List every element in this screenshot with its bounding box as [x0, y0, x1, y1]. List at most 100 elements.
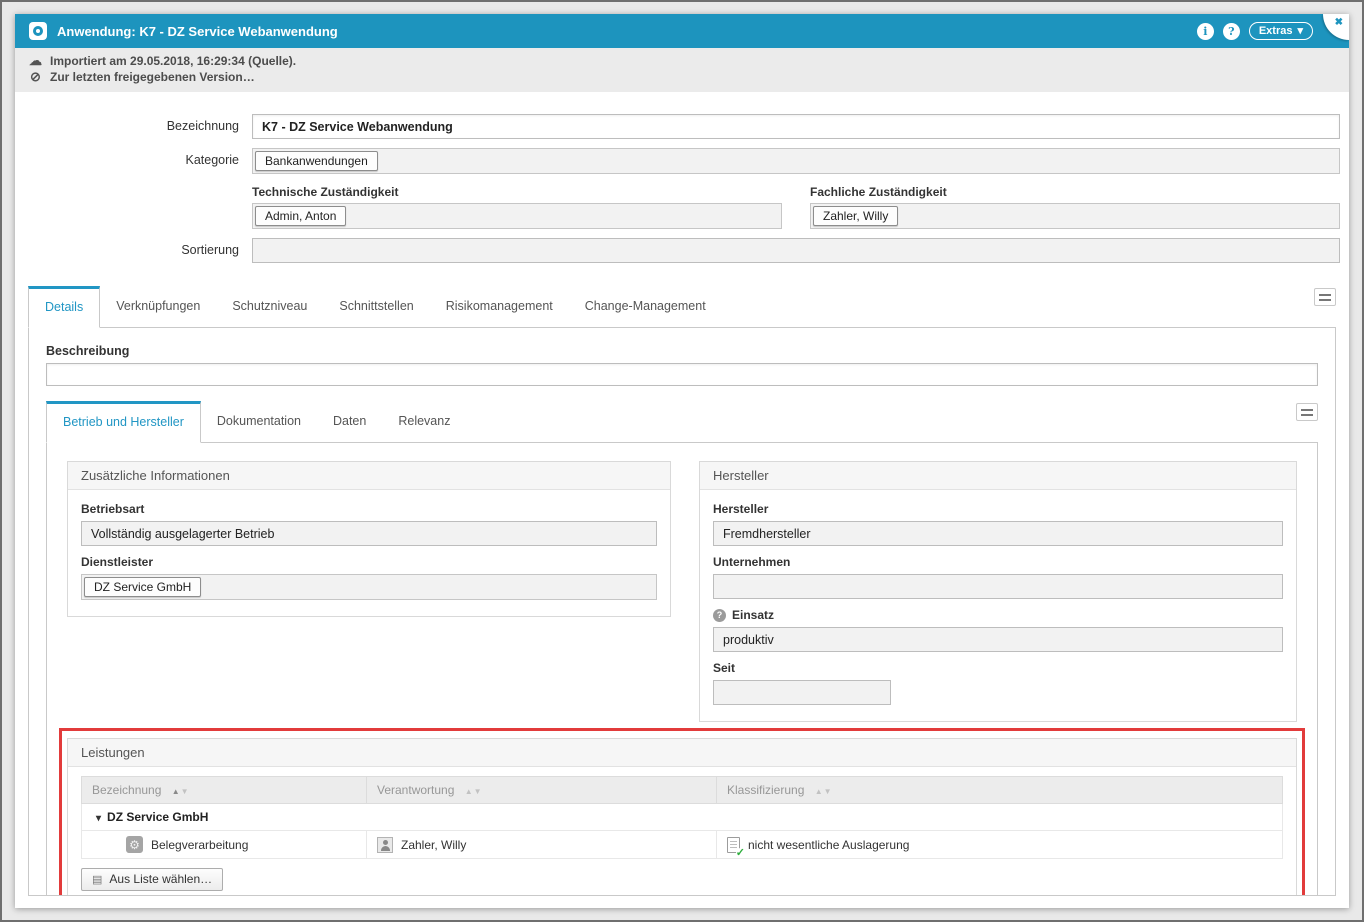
person-icon — [377, 837, 393, 853]
zusaetzliche-informationen-panel: Zusätzliche Informationen Betriebsart Vo… — [67, 461, 671, 617]
sort-control[interactable]: ▲▼ — [172, 783, 190, 797]
einsatz-value: produktiv — [723, 633, 774, 647]
form-area: Bezeichnung K7 - DZ Service Webanwendung… — [15, 92, 1349, 286]
tab-schutzniveau[interactable]: Schutzniveau — [216, 286, 323, 327]
caret-down-icon: ▾ — [1297, 24, 1303, 37]
check-icon: ✓ — [736, 848, 745, 858]
question-circle-icon[interactable]: ? — [713, 609, 726, 622]
main-content: Details Verknüpfungen Schutzniveau Schni… — [28, 286, 1336, 896]
subtab-betrieb-und-hersteller[interactable]: Betrieb und Hersteller — [46, 401, 201, 443]
details-tab-content: Beschreibung Betrieb und Hersteller Doku… — [28, 328, 1336, 896]
fachliche-zustaendigkeit-chip[interactable]: Zahler, Willy — [813, 206, 898, 226]
sort-control[interactable]: ▲▼ — [815, 783, 833, 797]
gear-icon: ⚙ — [126, 836, 143, 853]
panels-row: Zusätzliche Informationen Betriebsart Vo… — [67, 461, 1297, 722]
technische-zustaendigkeit-label: Technische Zuständigkeit — [252, 185, 782, 199]
titlebar-actions: i ? Extras ▾ — [1197, 22, 1337, 40]
sort-desc-icon: ▼ — [181, 787, 190, 796]
subtab-daten[interactable]: Daten — [317, 401, 382, 442]
hersteller-label: Hersteller — [713, 502, 1283, 516]
unternehmen-label: Unternehmen — [713, 555, 1283, 569]
tab-details[interactable]: Details — [28, 286, 100, 328]
main-tab-bar: Details Verknüpfungen Schutzniveau Schni… — [28, 286, 1336, 328]
aus-liste-waehlen-button[interactable]: ▤ Aus Liste wählen… — [81, 868, 223, 891]
dienstleister-label: Dienstleister — [81, 555, 657, 569]
import-text[interactable]: Importiert am 29.05.2018, 16:29:34 (Quel… — [50, 53, 296, 69]
help-icon[interactable]: ? — [1223, 23, 1240, 40]
app-window: ✖ Anwendung: K7 - DZ Service Webanwendun… — [15, 14, 1349, 908]
hersteller-panel: Hersteller Hersteller Fremdhersteller Un… — [699, 461, 1297, 722]
unternehmen-input[interactable] — [713, 574, 1283, 599]
bezeichnung-value: K7 - DZ Service Webanwendung — [262, 120, 453, 134]
sort-asc-icon: ▲ — [815, 787, 824, 796]
beschreibung-input[interactable] — [46, 363, 1318, 386]
table-row[interactable]: ⚙ Belegverarbeitung — [82, 831, 1283, 859]
subtab-dokumentation[interactable]: Dokumentation — [201, 401, 317, 442]
sub-layout-toggle-icon[interactable] — [1296, 403, 1318, 421]
column-header-verantwortung[interactable]: Verantwortung ▲▼ — [367, 777, 717, 804]
einsatz-label: Einsatz — [732, 608, 774, 622]
column-label: Verantwortung — [377, 783, 454, 797]
tab-risikomanagement[interactable]: Risikomanagement — [430, 286, 569, 327]
technische-zustaendigkeit-field[interactable]: Admin, Anton — [252, 203, 782, 229]
screenshot-frame: ✖ Anwendung: K7 - DZ Service Webanwendun… — [0, 0, 1364, 922]
tab-schnittstellen[interactable]: Schnittstellen — [323, 286, 429, 327]
column-header-klassifizierung[interactable]: Klassifizierung ▲▼ — [717, 777, 1283, 804]
einsatz-label-row: ? Einsatz — [713, 608, 1283, 622]
betriebsart-label: Betriebsart — [81, 502, 657, 516]
betriebsart-input[interactable]: Vollständig ausgelagerter Betrieb — [81, 521, 657, 546]
group-row[interactable]: ▾ DZ Service GmbH — [82, 804, 1283, 831]
close-icon: ✖ — [1335, 17, 1343, 28]
column-label: Klassifizierung — [727, 783, 804, 797]
layout-toggle-icon[interactable] — [1314, 288, 1336, 306]
subtabs-section: Betrieb und Hersteller Dokumentation Dat… — [46, 401, 1318, 896]
tab-verknuepfungen[interactable]: Verknüpfungen — [100, 286, 216, 327]
sort-control[interactable]: ▲▼ — [465, 783, 483, 797]
einsatz-input[interactable]: produktiv — [713, 627, 1283, 652]
sort-asc-icon: ▲ — [172, 787, 181, 796]
sortierung-input[interactable] — [252, 238, 1340, 263]
technische-zustaendigkeit-chip[interactable]: Admin, Anton — [255, 206, 346, 226]
extras-label: Extras — [1259, 25, 1293, 37]
kategorie-chip[interactable]: Bankanwendungen — [255, 151, 378, 171]
bezeichnung-label: Bezeichnung — [28, 114, 252, 139]
seit-label: Seit — [713, 661, 1283, 675]
disc-icon — [29, 22, 47, 40]
fachliche-zustaendigkeit-field[interactable]: Zahler, Willy — [810, 203, 1340, 229]
kategorie-label: Kategorie — [28, 148, 252, 173]
sub-tab-bar: Betrieb und Hersteller Dokumentation Dat… — [46, 401, 1318, 443]
import-info-bar: ☁ Importiert am 29.05.2018, 16:29:34 (Qu… — [15, 48, 1349, 92]
version-line: ⊘ Zur letzten freigegebenen Version… — [28, 69, 1336, 85]
fachliche-zustaendigkeit-group: Fachliche Zuständigkeit Zahler, Willy — [810, 185, 1340, 229]
collapse-triangle-icon[interactable]: ▾ — [96, 813, 101, 824]
window-title: Anwendung: K7 - DZ Service Webanwendung — [57, 24, 338, 39]
extras-button[interactable]: Extras ▾ — [1249, 22, 1313, 40]
leistung-bezeichnung: Belegverarbeitung — [151, 838, 248, 852]
tab-change-management[interactable]: Change-Management — [569, 286, 722, 327]
kategorie-field[interactable]: Bankanwendungen — [252, 148, 1340, 174]
column-label: Bezeichnung — [92, 783, 161, 797]
panel-title: Leistungen — [68, 739, 1296, 767]
annotation-highlight-box: Leistungen Bezeichnung — [59, 728, 1305, 896]
leistungen-table: Bezeichnung ▲▼ Verantwortung ▲▼ — [81, 776, 1283, 859]
sortierung-row: Sortierung — [28, 238, 1340, 263]
document-check-icon: ✓ — [727, 837, 740, 853]
titlebar: Anwendung: K7 - DZ Service Webanwendung … — [15, 14, 1349, 48]
group-label: DZ Service GmbH — [107, 810, 208, 824]
dienstleister-field[interactable]: DZ Service GmbH — [81, 574, 657, 600]
info-icon[interactable]: i — [1197, 23, 1214, 40]
betrieb-und-hersteller-content: Zusätzliche Informationen Betriebsart Vo… — [46, 443, 1318, 896]
bezeichnung-input[interactable]: K7 - DZ Service Webanwendung — [252, 114, 1340, 139]
last-version-link[interactable]: Zur letzten freigegebenen Version… — [50, 69, 255, 85]
dienstleister-chip[interactable]: DZ Service GmbH — [84, 577, 201, 597]
panel-title: Zusätzliche Informationen — [68, 462, 670, 490]
beschreibung-label: Beschreibung — [46, 344, 1318, 358]
seit-input[interactable] — [713, 680, 891, 705]
subtab-relevanz[interactable]: Relevanz — [382, 401, 466, 442]
hersteller-input[interactable]: Fremdhersteller — [713, 521, 1283, 546]
betriebsart-value: Vollständig ausgelagerter Betrieb — [91, 527, 274, 541]
leistung-klassifizierung: nicht wesentliche Auslagerung — [748, 838, 909, 852]
choose-button-label: Aus Liste wählen… — [109, 872, 212, 886]
column-header-bezeichnung[interactable]: Bezeichnung ▲▼ — [82, 777, 367, 804]
leistung-verantwortung: Zahler, Willy — [401, 838, 466, 852]
